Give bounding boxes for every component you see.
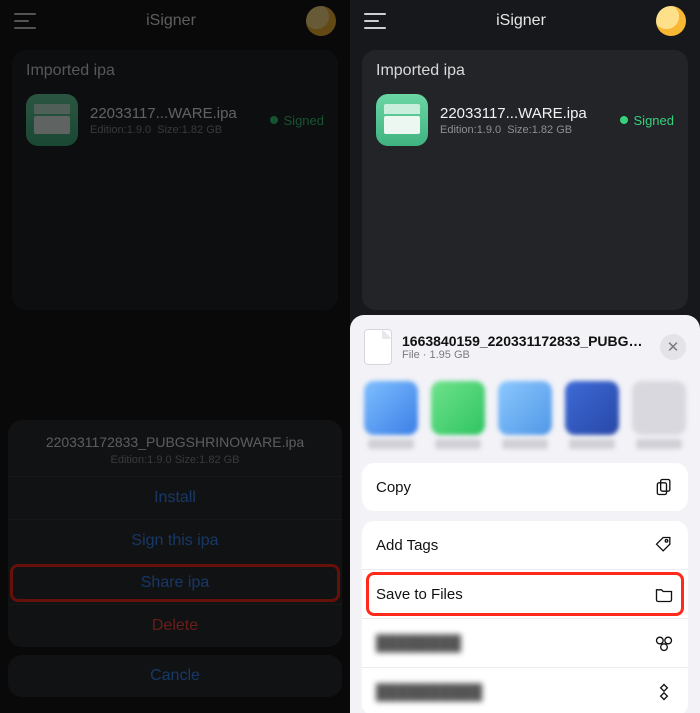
avatar[interactable]: [306, 6, 336, 36]
sheet-filename: 220331172833_PUBGSHRINOWARE.ipa: [20, 434, 330, 450]
file-meta: Edition:1.9.0 Size:1.82 GB: [440, 124, 608, 136]
card-heading: Imported ipa: [376, 62, 674, 80]
file-name: 22033117...WARE.ipa: [90, 105, 258, 122]
share-title: 1663840159_220331172833_PUBGSH...: [402, 333, 650, 349]
document-icon: [364, 329, 392, 365]
imported-card: Imported ipa 22033117...WARE.ipa Edition…: [362, 50, 688, 310]
add-tags-row[interactable]: Add Tags: [362, 521, 688, 569]
card-heading: Imported ipa: [26, 62, 324, 80]
file-meta: Edition:1.9.0 Size:1.82 GB: [90, 124, 258, 136]
blurred-row-1[interactable]: ████████: [362, 618, 688, 667]
sign-button[interactable]: Sign this ipa: [8, 519, 342, 562]
blurred-row-2[interactable]: ██████████: [362, 667, 688, 713]
imported-card: Imported ipa 22033117...WARE.ipa Edition…: [12, 50, 338, 310]
airdrop-row[interactable]: [350, 375, 700, 453]
share-button[interactable]: Share ipa: [8, 562, 342, 604]
action-sheet: 220331172833_PUBGSHRINOWARE.ipa Edition:…: [8, 420, 342, 705]
ipa-file-icon: [26, 94, 78, 146]
app-title: iSigner: [36, 12, 306, 30]
ipa-row[interactable]: 22033117...WARE.ipa Edition:1.9.0 Size:1…: [26, 94, 324, 146]
avatar[interactable]: [656, 6, 686, 36]
file-name: 22033117...WARE.ipa: [440, 105, 608, 122]
menu-button[interactable]: [14, 13, 36, 29]
delete-button[interactable]: Delete: [8, 604, 342, 647]
ipa-file-icon: [376, 94, 428, 146]
install-button[interactable]: Install: [8, 477, 342, 519]
folder-icon: [654, 584, 674, 604]
ipa-row[interactable]: 22033117...WARE.ipa Edition:1.9.0 Size:1…: [376, 94, 674, 146]
sheet-header: 220331172833_PUBGSHRINOWARE.ipa Edition:…: [8, 420, 342, 477]
sheet-meta: Edition:1.9.0 Size:1.82 GB: [20, 454, 330, 466]
close-icon[interactable]: ✕: [660, 334, 686, 360]
tag-icon: [654, 535, 674, 555]
copy-row[interactable]: Copy: [362, 463, 688, 511]
app-title: iSigner: [386, 12, 656, 30]
cancel-button[interactable]: Cancle: [8, 655, 342, 697]
share-sheet: 1663840159_220331172833_PUBGSH... File ·…: [350, 315, 700, 713]
misc-icon: [654, 682, 674, 702]
misc-icon: [654, 633, 674, 653]
status-badge: Signed: [620, 113, 674, 128]
status-badge: Signed: [270, 113, 324, 128]
save-to-files-row[interactable]: Save to Files: [362, 569, 688, 618]
share-meta: File · 1.95 GB: [402, 349, 650, 361]
copy-icon: [654, 477, 674, 497]
menu-button[interactable]: [364, 13, 386, 29]
